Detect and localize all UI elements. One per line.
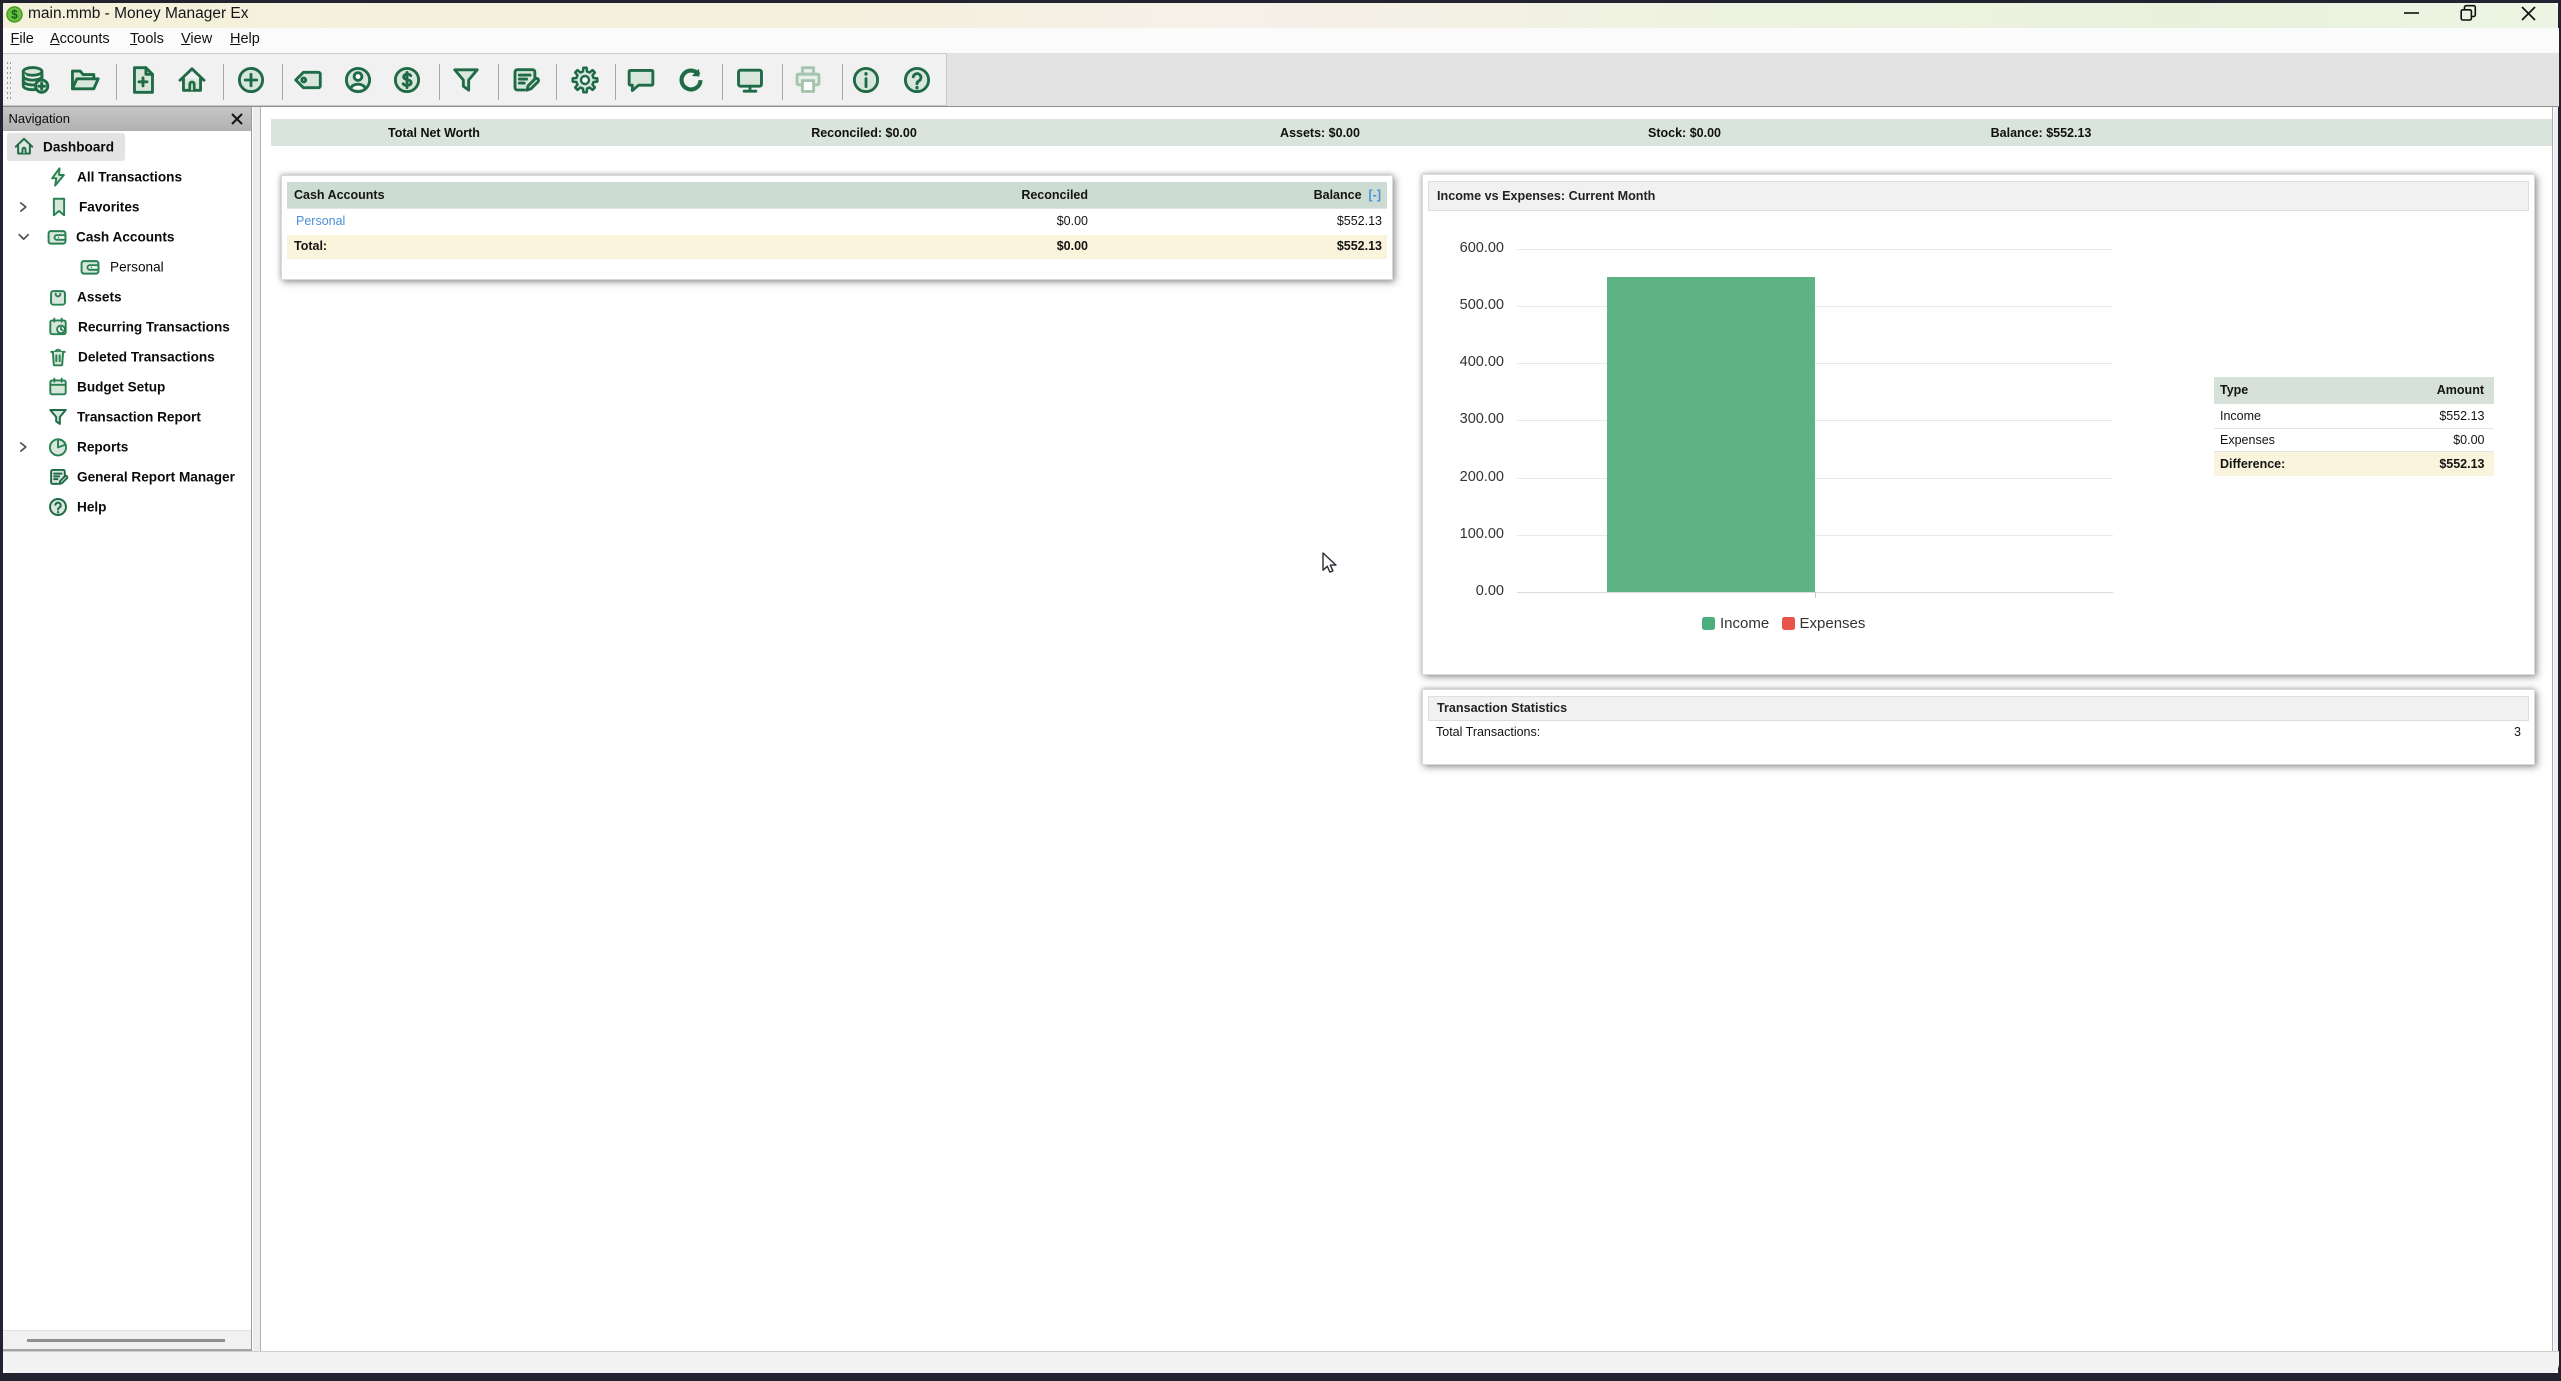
svg-text:$: $ (11, 10, 18, 22)
